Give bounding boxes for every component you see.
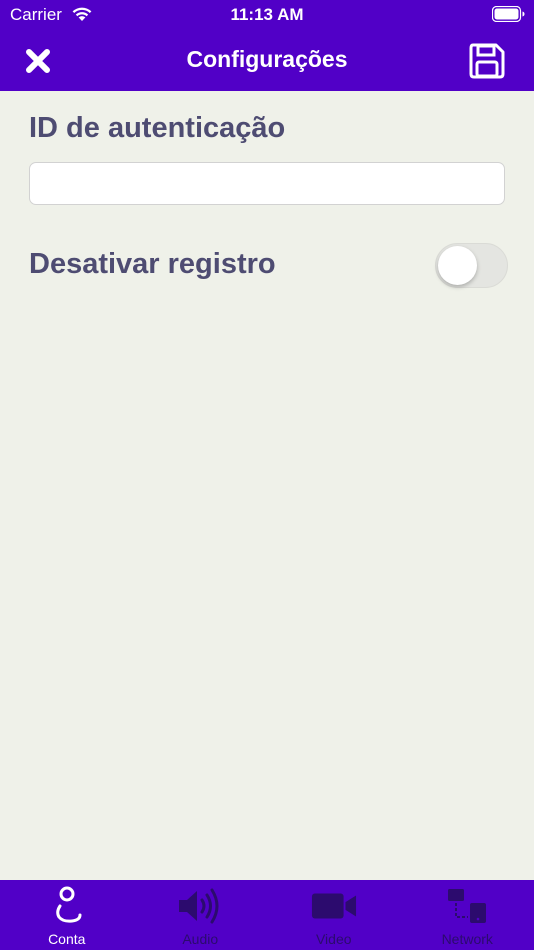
network-icon [448,889,487,923]
tab-bar: Conta Audio Video Network [0,880,534,950]
tab-video[interactable]: Video [267,880,401,950]
tab-label: Audio [182,931,219,947]
tab-network[interactable]: Network [401,880,534,950]
nav-bar: Configurações [0,30,534,91]
auth-id-input[interactable] [29,162,505,205]
tab-label: Video [315,931,352,947]
tab-label: Network [441,931,493,947]
auth-id-label: ID de autenticação [29,112,286,144]
save-button[interactable] [466,40,508,82]
battery-icon [492,6,525,22]
tab-conta[interactable]: Conta [0,880,134,950]
status-time: 11:13 AM [230,5,304,24]
disable-registration-label: Desativar registro [29,248,276,280]
video-camera-icon [311,893,356,919]
status-bar: Carrier 11:13 AM [0,0,534,30]
header: Carrier 11:13 AM Configurações [0,0,534,91]
toggle-knob [438,246,477,285]
page-title: Configurações [186,46,348,72]
account-icon [55,886,82,923]
save-icon [469,43,505,79]
speaker-icon [179,888,219,924]
disable-registration-toggle[interactable] [435,243,508,288]
tab-label: Conta [48,931,86,947]
tab-audio[interactable]: Audio [134,880,268,950]
